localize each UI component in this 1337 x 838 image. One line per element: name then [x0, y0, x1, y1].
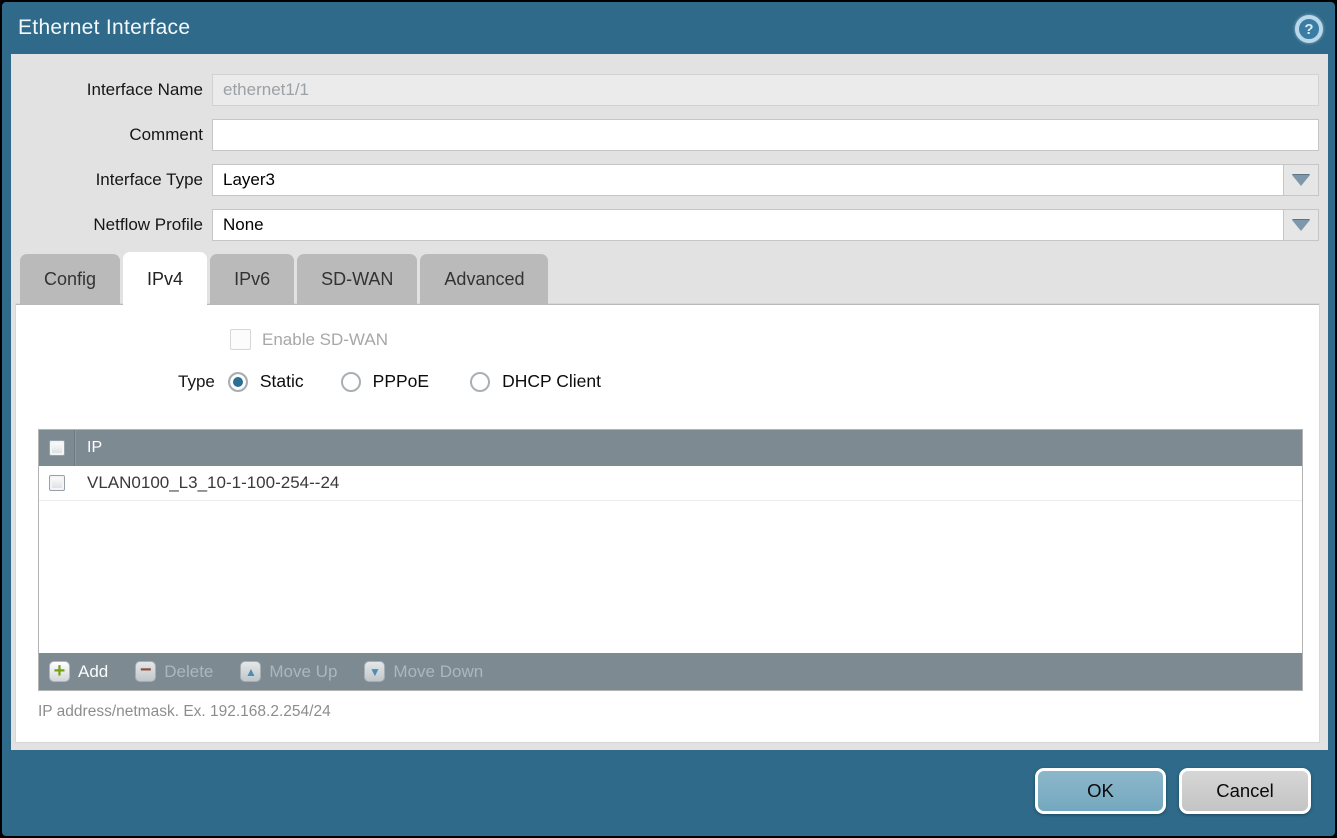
chevron-down-icon [1292, 175, 1310, 186]
enable-sdwan-row: Enable SD-WAN [230, 329, 388, 350]
ip-column-header: IP [75, 439, 102, 457]
radio-pppoe[interactable] [341, 372, 361, 392]
comment-row: Comment [11, 119, 1319, 151]
netflow-profile-dropdown-button[interactable] [1283, 209, 1319, 241]
tab-config[interactable]: Config [20, 254, 120, 304]
type-radio-group: Type Static PPPoE DHCP Client [178, 371, 601, 392]
radio-static[interactable] [228, 372, 248, 392]
radio-pppoe-label[interactable]: PPPoE [373, 371, 429, 392]
cancel-button[interactable]: Cancel [1179, 768, 1311, 814]
select-all-checkbox[interactable] [49, 440, 65, 456]
type-label: Type [178, 372, 215, 392]
radio-static-label[interactable]: Static [260, 371, 304, 392]
ip-address-value[interactable]: VLAN0100_L3_10-1-100-254--24 [75, 473, 339, 493]
tab-ipv6[interactable]: IPv6 [210, 254, 294, 304]
table-row[interactable]: VLAN0100_L3_10-1-100-254--24 [39, 466, 1302, 501]
ok-button[interactable]: OK [1035, 768, 1166, 814]
ip-address-table: IP VLAN0100_L3_10-1-100-254--24 + Add [38, 429, 1303, 691]
select-all-cell [39, 430, 75, 466]
chevron-down-icon [1292, 220, 1310, 231]
interface-name-row: Interface Name [11, 74, 1319, 106]
add-button[interactable]: + Add [49, 661, 108, 682]
delete-icon: − [135, 661, 156, 682]
interface-type-label: Interface Type [11, 164, 203, 196]
delete-button[interactable]: − Delete [135, 661, 213, 682]
netflow-profile-row: Netflow Profile [11, 209, 1319, 241]
tab-sdwan[interactable]: SD-WAN [297, 254, 417, 304]
dialog-title: Ethernet Interface [18, 2, 190, 54]
title-bar: Ethernet Interface ? [2, 2, 1335, 54]
tab-ipv4[interactable]: IPv4 [123, 252, 207, 305]
table-empty-area [39, 501, 1302, 653]
interface-type-dropdown-button[interactable] [1283, 164, 1319, 196]
dialog-body: Interface Name Comment Interface Type Ne… [11, 54, 1328, 750]
interface-type-row: Interface Type [11, 164, 1319, 196]
move-down-button[interactable]: ▼ Move Down [364, 661, 483, 682]
add-icon: + [49, 661, 70, 682]
help-icon[interactable]: ? [1295, 15, 1323, 43]
radio-dhcp-client[interactable] [470, 372, 490, 392]
ipv4-tab-panel: Enable SD-WAN Type Static PPPoE DHCP Cli… [16, 304, 1319, 742]
ip-table-header: IP [39, 430, 1302, 466]
tab-bar: Config IPv4 IPv6 SD-WAN Advanced [20, 254, 548, 304]
move-up-button[interactable]: ▲ Move Up [240, 661, 337, 682]
row-checkbox[interactable] [49, 475, 65, 491]
netflow-profile-select[interactable] [212, 209, 1284, 241]
tab-advanced[interactable]: Advanced [420, 254, 548, 304]
interface-type-select[interactable] [212, 164, 1284, 196]
ethernet-interface-dialog: Ethernet Interface ? Interface Name Comm… [0, 0, 1337, 838]
comment-label: Comment [11, 119, 203, 151]
move-down-icon: ▼ [364, 661, 385, 682]
netflow-profile-label: Netflow Profile [11, 209, 203, 241]
interface-name-label: Interface Name [11, 74, 203, 106]
table-toolbar: + Add − Delete ▲ Move Up ▼ Move Down [39, 653, 1302, 690]
radio-dhcp-client-label[interactable]: DHCP Client [502, 371, 601, 392]
enable-sdwan-label: Enable SD-WAN [262, 330, 388, 350]
ip-helper-text: IP address/netmask. Ex. 192.168.2.254/24 [38, 703, 331, 721]
interface-name-input [212, 74, 1319, 106]
comment-input[interactable] [212, 119, 1319, 151]
enable-sdwan-checkbox [230, 329, 251, 350]
move-up-icon: ▲ [240, 661, 261, 682]
